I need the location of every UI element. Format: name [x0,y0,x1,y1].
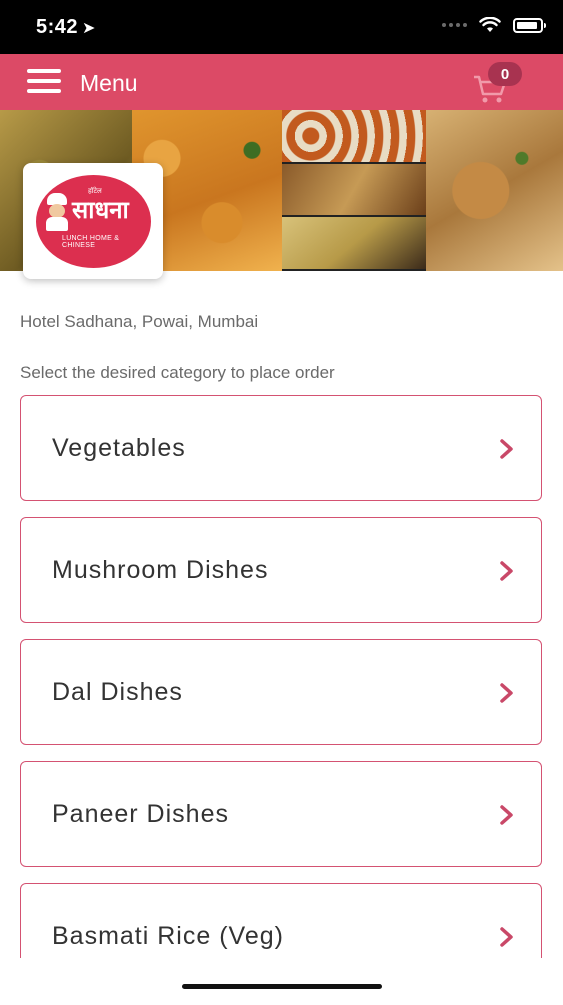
app-header: Menu 0 [0,54,563,110]
status-bar: 5:42 ➤ [0,0,563,54]
category-item-paneer-dishes[interactable]: Paneer Dishes [20,761,542,867]
header-title: Menu [80,70,138,96]
wifi-icon [479,17,501,32]
restaurant-location: Hotel Sadhana, Powai, Mumbai [20,312,259,331]
chevron-right-icon [499,439,515,459]
category-item-mushroom-dishes[interactable]: Mushroom Dishes [20,517,542,623]
category-list: Vegetables Mushroom Dishes Dal Dishes Pa… [20,395,542,1005]
home-indicator[interactable] [182,984,382,989]
category-item-dal-dishes[interactable]: Dal Dishes [20,639,542,745]
chevron-right-icon [499,561,515,581]
category-label: Basmati Rice (Veg) [52,922,284,950]
chevron-right-icon [499,927,515,947]
banner-food-image [426,110,563,271]
signal-icon [442,23,467,27]
cart-button[interactable]: 0 [470,62,530,106]
logo-emblem: हॉटेल साधना LUNCH HOME & CHINESE [36,175,151,268]
chevron-right-icon [499,683,515,703]
time-text: 5:42 [36,16,79,38]
restaurant-logo: हॉटेल साधना LUNCH HOME & CHINESE [23,163,163,279]
category-label: Mushroom Dishes [52,556,269,584]
category-label: Paneer Dishes [52,800,229,828]
chevron-right-icon [499,805,515,825]
category-label: Dal Dishes [52,678,183,706]
banner-food-image [282,110,426,271]
category-instruction: Select the desired category to place ord… [20,363,335,382]
hamburger-icon[interactable] [27,69,61,95]
cart-count-badge: 0 [488,62,522,86]
category-label: Vegetables [52,434,186,462]
logo-text-main: साधना [72,196,129,224]
status-icons [442,17,546,33]
location-arrow-icon: ➤ [82,20,96,37]
category-item-vegetables[interactable]: Vegetables [20,395,542,501]
chef-icon [44,193,70,231]
battery-icon [513,17,546,33]
logo-subtext: LUNCH HOME & CHINESE [62,235,120,249]
status-time: 5:42 ➤ [36,16,96,39]
bottom-safe-area [0,958,563,1000]
